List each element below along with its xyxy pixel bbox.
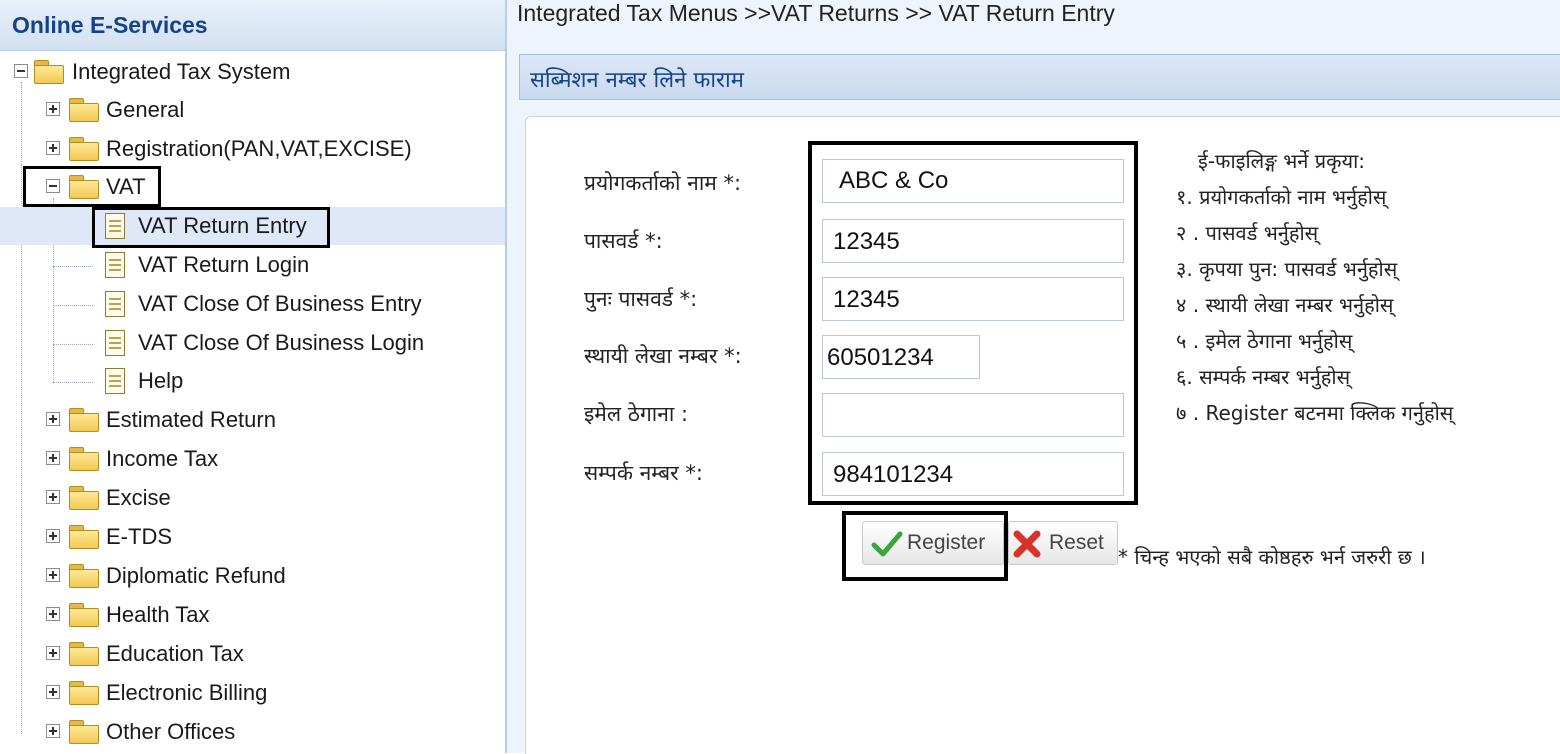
tree-item-label: Integrated Tax System — [72, 59, 291, 84]
required-fields-note: * चिन्ह भएको सबै कोष्ठहरु भर्न जरुरी छ । — [1118, 545, 1426, 569]
document-icon — [105, 291, 125, 317]
instruction-step: ४ . स्थायी लेखा नम्बर भर्नुहोस् — [1176, 293, 1394, 317]
folder-icon — [69, 603, 99, 627]
tree-item-help[interactable]: Help — [0, 362, 505, 400]
tree-item-label: Education Tax — [106, 641, 244, 666]
expand-icon[interactable] — [46, 685, 60, 699]
expand-icon[interactable] — [46, 141, 60, 155]
sidebar-title: Online E-Services — [12, 12, 208, 38]
sidebar-header: Online E-Services — [0, 0, 505, 51]
folder-icon — [69, 525, 99, 549]
highlight-box-inputs — [808, 141, 1138, 505]
tree-item-label: VAT Return Login — [138, 252, 310, 277]
expand-icon[interactable] — [46, 724, 60, 738]
document-icon — [105, 368, 125, 394]
tree-item-label: General — [106, 97, 185, 122]
folder-icon — [69, 98, 99, 122]
tree-item-label: Electronic Billing — [106, 680, 268, 705]
folder-icon — [69, 447, 99, 471]
tree-item-diplomatic-refund[interactable]: Diplomatic Refund — [0, 557, 505, 595]
tree-item-label: VAT Close Of Business Entry — [138, 291, 422, 316]
confirm-password-label: पुनः पासवर्ड *: — [584, 287, 698, 311]
expand-icon[interactable] — [46, 646, 60, 660]
tree-item-vat-close-of-business-login[interactable]: VAT Close Of Business Login — [0, 324, 505, 362]
collapse-icon[interactable] — [14, 64, 28, 78]
reset-button[interactable]: Reset — [1008, 521, 1118, 565]
tree-item-income-tax[interactable]: Income Tax — [0, 440, 505, 478]
tree-item-integrated-tax-system[interactable]: Integrated Tax System — [0, 53, 505, 91]
tree-item-label: VAT Close Of Business Login — [138, 330, 425, 355]
tree-item-label: Diplomatic Refund — [106, 563, 286, 588]
tree-item-label: Registration(PAN,VAT,EXCISE) — [106, 136, 412, 161]
tree-item-label: Help — [138, 368, 184, 393]
folder-icon — [69, 720, 99, 744]
expand-icon[interactable] — [46, 451, 60, 465]
sidebar: Online E-Services Integrated Tax System … — [0, 0, 507, 753]
document-icon — [105, 252, 125, 278]
folder-open-icon — [34, 60, 64, 84]
tree-item-label: E-TDS — [106, 524, 172, 549]
tree-item-label: Health Tax — [106, 602, 210, 627]
tree-item-estimated-return[interactable]: Estimated Return — [0, 401, 505, 439]
expand-icon[interactable] — [46, 490, 60, 504]
highlight-box-vat-return-entry — [92, 207, 330, 248]
folder-icon — [69, 137, 99, 161]
document-icon — [105, 330, 125, 356]
panel-title: सब्मिशन नम्बर लिने फाराम — [530, 68, 744, 93]
contact-number-label: सम्पर्क नम्बर *: — [584, 461, 703, 485]
folder-icon — [69, 642, 99, 666]
instruction-step: ६. सम्पर्क नम्बर भर्नुहोस् — [1176, 365, 1351, 389]
expand-icon[interactable] — [46, 529, 60, 543]
tree-item-vat-close-of-business-entry[interactable]: VAT Close Of Business Entry — [0, 285, 505, 323]
tree-item-label: Income Tax — [106, 446, 219, 471]
instruction-step: ७ . Register बटनमा क्लिक गर्नुहोस् — [1176, 401, 1454, 425]
expand-icon[interactable] — [46, 607, 60, 621]
highlight-box-register — [842, 511, 1008, 581]
email-label: इमेल ठेगाना : — [584, 402, 689, 426]
tree-item-vat-return-login[interactable]: VAT Return Login — [0, 246, 505, 284]
instruction-step: ५ . इमेल ठेगाना भर्नुहोस् — [1176, 329, 1353, 353]
panel-header: सब्मिशन नम्बर लिने फाराम — [519, 54, 1560, 100]
reset-button-label: Reset — [1049, 531, 1104, 554]
folder-icon — [69, 486, 99, 510]
x-icon — [1013, 530, 1041, 558]
highlight-box-vat — [23, 166, 161, 207]
tree-item-electronic-billing[interactable]: Electronic Billing — [0, 674, 505, 712]
expand-icon[interactable] — [46, 102, 60, 116]
pan-number-label: स्थायी लेखा नम्बर *: — [584, 344, 742, 368]
folder-icon — [69, 564, 99, 588]
expand-icon[interactable] — [46, 568, 60, 582]
tree-item-health-tax[interactable]: Health Tax — [0, 596, 505, 634]
tree-item-education-tax[interactable]: Education Tax — [0, 635, 505, 673]
tree-item-label: Excise — [106, 485, 171, 510]
tree-item-label: Other Offices — [106, 719, 236, 744]
tree-item-registration[interactable]: Registration(PAN,VAT,EXCISE) — [0, 130, 505, 168]
password-label: पासवर्ड *: — [584, 229, 663, 253]
main-content: Integrated Tax Menus >>VAT Returns >> VA… — [507, 0, 1560, 754]
instruction-step: २ . पासवर्ड भर्नुहोस् — [1176, 221, 1319, 245]
tree-item-general[interactable]: General — [0, 91, 505, 129]
username-label: प्रयोगकर्ताको नाम *: — [584, 171, 742, 195]
breadcrumb: Integrated Tax Menus >>VAT Returns >> VA… — [517, 0, 1115, 26]
form-panel: प्रयोगकर्ताको नाम *: पासवर्ड *: पुनः पास… — [525, 116, 1560, 754]
tree-item-other-offices[interactable]: Other Offices — [0, 713, 505, 751]
tree-item-excise[interactable]: Excise — [0, 479, 505, 517]
expand-icon[interactable] — [46, 412, 60, 426]
instruction-step: ३. कृपया पुन: पासवर्ड भर्नुहोस् — [1176, 257, 1398, 281]
folder-icon — [69, 681, 99, 705]
tree-item-label: Estimated Return — [106, 407, 276, 432]
instructions-title: ई-फाइलिङ्ग भर्ने प्रकृया: — [1198, 149, 1365, 173]
tree-item-e-tds[interactable]: E-TDS — [0, 518, 505, 556]
instruction-step: १. प्रयोगकर्ताको नाम भर्नुहोस् — [1176, 185, 1387, 209]
folder-icon — [69, 408, 99, 432]
